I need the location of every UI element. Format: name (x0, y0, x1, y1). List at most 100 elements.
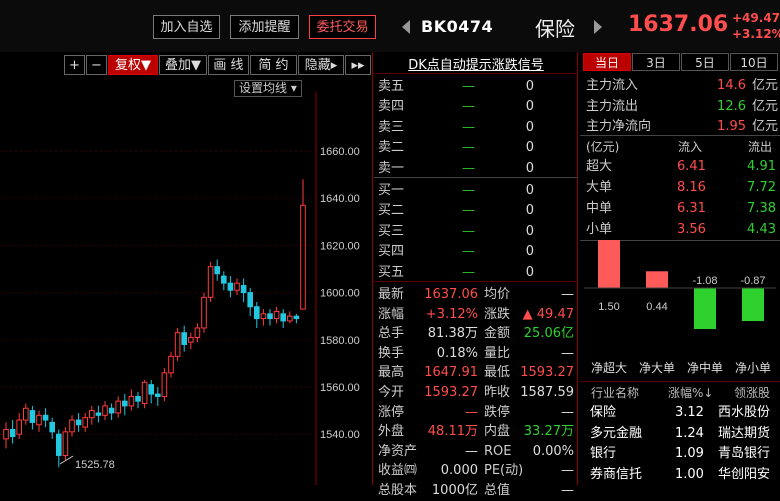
stat-value: ▲ 49.47 (522, 306, 574, 322)
candle-body (29, 410, 36, 423)
flow-label: 主力净流向 (586, 119, 652, 134)
sector-row[interactable]: 银行 1.09 青岛银行 (588, 444, 778, 464)
inflow-value: 6.31 (677, 201, 706, 216)
stat-value: 1000亿 (431, 483, 478, 498)
sell-volume: 0 (525, 79, 534, 94)
stat-value: 33.27万 (523, 424, 574, 440)
candle-body (16, 419, 22, 435)
buy-price: — (462, 203, 475, 219)
sell-level-label: 卖五 (378, 79, 405, 94)
flow-size-row: 中单 6.31 7.38 (586, 199, 776, 219)
sell-volume: 0 (525, 119, 534, 135)
stat-label: 今开 (378, 385, 405, 400)
next-arrow-icon[interactable] (594, 20, 602, 34)
candle-body (49, 421, 56, 433)
candle-body (62, 431, 69, 456)
security-name: 保险 (535, 17, 575, 41)
inflow-header: 流入 (678, 140, 703, 154)
stat-value: 48.11万 (427, 424, 478, 440)
candle-body (267, 313, 273, 320)
stat-value: 81.38万 (427, 326, 478, 342)
stat-label: ROE (484, 443, 512, 459)
sector-change: 1.00 (675, 466, 704, 482)
low-price-label: 1525.78 (75, 459, 115, 471)
net-flow-bar (694, 288, 716, 330)
buy-row: 买二 — 0 (378, 201, 574, 221)
sell-row: 卖四 — 0 (378, 97, 574, 117)
buy-price: — (462, 244, 475, 260)
candle-body (135, 395, 141, 402)
candle-body (122, 400, 128, 407)
candle-body (247, 292, 253, 308)
candle-body (201, 296, 207, 329)
candle-body (221, 275, 227, 284)
candle-body (95, 412, 102, 416)
buy-level-label: 买四 (378, 244, 405, 260)
price-axis-tick: 1660.00 (320, 146, 360, 158)
tab-3day[interactable]: 3日 (632, 53, 680, 71)
sector-row[interactable]: 保险 3.12 西水股份 (588, 403, 778, 423)
prev-arrow-icon[interactable] (402, 20, 410, 34)
sector-row[interactable]: 多元金融 1.24 瑞达期货 (588, 424, 778, 444)
stat-value: — (561, 345, 574, 361)
stat-label: 量比 (484, 345, 511, 361)
candle-body (108, 407, 115, 414)
candle-body (181, 332, 187, 346)
sector-leader-header[interactable]: 领涨股 (734, 383, 770, 403)
sell-row: 卖五 — 0 (378, 77, 574, 97)
stat-label: 总值 (484, 483, 511, 498)
sector-change-header[interactable]: 涨幅%↓ (668, 383, 713, 403)
stat-value: 0.000 (440, 463, 478, 479)
candle-body (273, 310, 280, 320)
sector-name-header[interactable]: 行业名称 (591, 383, 639, 403)
size-label: 小单 (586, 222, 613, 237)
flow-size-row: 超大 6.41 4.91 (586, 157, 776, 177)
buy-level-label: 买三 (378, 223, 405, 239)
buy-row: 买三 — 0 (378, 222, 574, 242)
tab-today[interactable]: 当日 (583, 53, 631, 71)
inflow-value: 3.56 (677, 222, 706, 237)
stat-label: 换手 (378, 345, 405, 361)
buy-volume: 0 (525, 203, 534, 219)
last-price: 1637.06 (628, 12, 729, 37)
stat-label: 涨跌 (484, 306, 511, 322)
place-order-button[interactable]: 委托交易 (309, 15, 376, 39)
candle-body (155, 393, 161, 397)
buy-row: 买四 — 0 (378, 242, 574, 262)
buy-price: — (462, 223, 475, 239)
tab-10day[interactable]: 10日 (730, 53, 778, 71)
price-axis-tick: 1540.00 (320, 429, 360, 441)
kline-svg: 1660.00 1640.00 1620.00 1600.00 1580.00 1560.… (0, 92, 360, 485)
candle-body (42, 414, 49, 421)
candle-body (148, 384, 154, 395)
security-code: BK0474 (421, 17, 494, 36)
candle-body (69, 419, 75, 433)
flow-value: 12.6 (717, 98, 746, 114)
stat-label: 最高 (378, 365, 405, 381)
stat-value: — (561, 483, 574, 498)
sector-leader: 华创阳安 (718, 466, 771, 482)
signal-title-link[interactable]: DK点自动提示涨跌信号 (374, 54, 578, 73)
add-watchlist-button[interactable]: 加入自选 (153, 15, 220, 39)
stat-label: 涨停 (378, 404, 405, 420)
sector-name: 保险 (590, 405, 617, 420)
sector-leader: 西水股份 (718, 405, 771, 420)
tab-5day[interactable]: 5日 (681, 53, 729, 71)
stat-label: 外盘 (378, 424, 405, 440)
flow-size-row: 小单 3.56 4.43 (586, 220, 776, 240)
candle-body (89, 410, 95, 419)
sector-row[interactable]: 券商信托 1.00 华创阳安 (588, 465, 778, 485)
add-alert-button[interactable]: 添加提醒 (230, 15, 299, 39)
size-label: 大单 (586, 180, 613, 195)
stat-label: 内盘 (484, 424, 511, 440)
flow-value: 14.6 (717, 78, 746, 93)
main-flow-row: 主力流出 12.6 亿元 (586, 97, 778, 117)
stat-value: — (465, 443, 478, 459)
outflow-value: 4.91 (747, 159, 776, 174)
sector-name: 银行 (590, 446, 617, 461)
sell-level-label: 卖三 (378, 119, 405, 135)
net-flow-bar (598, 240, 620, 288)
stat-value: — (561, 404, 574, 420)
candle-body (207, 266, 214, 298)
candle-body (287, 315, 293, 322)
